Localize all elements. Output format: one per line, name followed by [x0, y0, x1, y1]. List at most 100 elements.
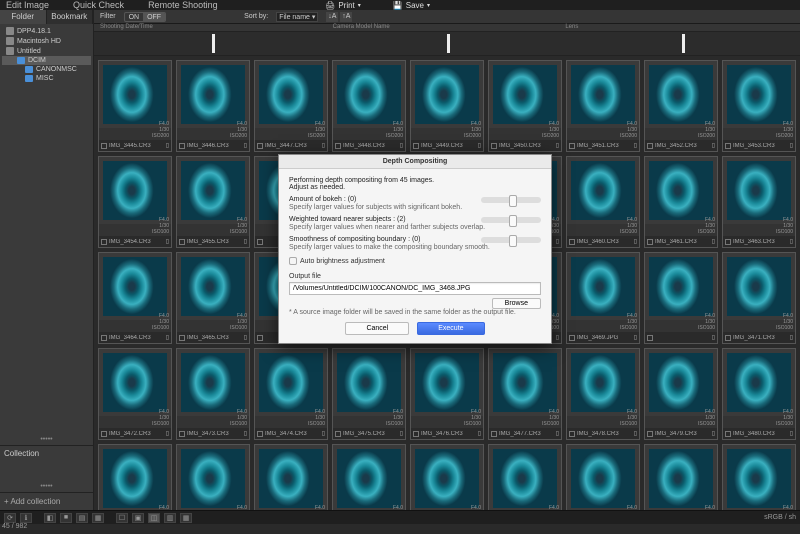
- add-collection-button[interactable]: + Add collection: [0, 492, 93, 510]
- thumbnail[interactable]: F4.01/30ISO100▯: [566, 444, 640, 510]
- tree-item-untitled[interactable]: Untitled: [2, 46, 91, 56]
- layout-1-button[interactable]: ☐: [116, 513, 128, 523]
- tab-bookmark[interactable]: Bookmark: [47, 10, 94, 24]
- layout-5-button[interactable]: ▦: [180, 513, 192, 523]
- thumbnail-checkbox[interactable]: [647, 239, 653, 245]
- thumbnail-checkbox[interactable]: [413, 143, 419, 149]
- thumbnail-checkbox[interactable]: [413, 431, 419, 437]
- scrub-date[interactable]: [94, 32, 329, 55]
- thumbnail[interactable]: F4.01/30ISO100IMG_3472.CR3▯: [98, 348, 172, 440]
- thumbnail-checkbox[interactable]: [569, 431, 575, 437]
- thumbnail-checkbox[interactable]: [257, 239, 263, 245]
- tab-folder[interactable]: Folder: [0, 10, 47, 24]
- thumbnail-checkbox[interactable]: [491, 431, 497, 437]
- thumbnail-checkbox[interactable]: [569, 335, 575, 341]
- meta-camera-model[interactable]: Camera Model Name: [331, 24, 564, 31]
- view-detail-button[interactable]: ▦: [92, 513, 104, 523]
- thumbnail[interactable]: F4.01/30ISO200IMG_3445.CR3▯: [98, 60, 172, 152]
- save-button[interactable]: 💾 Save ▾: [393, 1, 430, 10]
- filter-on[interactable]: ON: [125, 13, 144, 21]
- thumbnail-checkbox[interactable]: [725, 431, 731, 437]
- browse-button[interactable]: Browse: [492, 298, 541, 309]
- sort-select[interactable]: File name ▾: [276, 12, 318, 22]
- thumbnail-checkbox[interactable]: [569, 143, 575, 149]
- thumbnail[interactable]: F4.01/30ISO100▯: [176, 444, 250, 510]
- thumbnail-checkbox[interactable]: [179, 431, 185, 437]
- thumbnail-checkbox[interactable]: [725, 143, 731, 149]
- thumbnail-checkbox[interactable]: [257, 431, 263, 437]
- sidebar-resize[interactable]: •••••: [0, 434, 93, 445]
- thumbnail[interactable]: F4.01/30ISO100IMG_3464.CR3▯: [98, 252, 172, 344]
- scrub-lens[interactable]: [565, 32, 800, 55]
- thumbnail[interactable]: F4.01/30ISO100▯: [488, 444, 562, 510]
- thumbnail-checkbox[interactable]: [179, 239, 185, 245]
- thumbnail[interactable]: F4.01/30ISO200IMG_3449.CR3▯: [410, 60, 484, 152]
- thumbnail[interactable]: F4.01/30ISO100IMG_3480.CR3▯: [722, 348, 796, 440]
- thumbnail[interactable]: F4.01/30ISO100IMG_3477.CR3▯: [488, 348, 562, 440]
- thumbnail[interactable]: F4.01/30ISO100IMG_3473.CR3▯: [176, 348, 250, 440]
- thumbnail[interactable]: F4.01/30ISO100IMG_3479.CR3▯: [644, 348, 718, 440]
- thumbnail-checkbox[interactable]: [725, 239, 731, 245]
- thumbnail-checkbox[interactable]: [179, 143, 185, 149]
- layout-4-button[interactable]: ▥: [164, 513, 176, 523]
- view-thumb-button[interactable]: ◧: [44, 513, 56, 523]
- thumbnail[interactable]: F4.01/30ISO100IMG_3471.CR3▯: [722, 252, 796, 344]
- thumbnail[interactable]: F4.01/30ISO100IMG_3461.CR3▯: [644, 156, 718, 248]
- thumbnail[interactable]: F4.01/30ISO100▯: [98, 444, 172, 510]
- auto-brightness-checkbox[interactable]: Auto brightness adjustment: [289, 257, 541, 265]
- thumbnail[interactable]: F4.01/30ISO200IMG_3450.CR3▯: [488, 60, 562, 152]
- filter-toggle[interactable]: ON OFF: [124, 12, 167, 22]
- tree-item-canonmsc[interactable]: CANONMSC: [2, 65, 91, 74]
- thumbnail[interactable]: F4.01/30ISO100IMG_3460.CR3▯: [566, 156, 640, 248]
- thumbnail[interactable]: F4.01/30ISO100IMG_3474.CR3▯: [254, 348, 328, 440]
- filter-off[interactable]: OFF: [143, 13, 165, 21]
- thumbnail[interactable]: F4.01/30ISO100IMG_3469.JPG▯: [566, 252, 640, 344]
- thumbnail-checkbox[interactable]: [257, 335, 263, 341]
- thumbnail[interactable]: F4.01/30ISO200IMG_3451.CR3▯: [566, 60, 640, 152]
- meta-shooting-date[interactable]: Shooting Date/Time: [98, 24, 331, 31]
- thumbnail-checkbox[interactable]: [101, 143, 107, 149]
- sort-desc-button[interactable]: ↑A: [340, 12, 352, 22]
- tree-item-misc[interactable]: MISC: [2, 74, 91, 83]
- thumbnail-checkbox[interactable]: [179, 335, 185, 341]
- view-list-button[interactable]: ▤: [76, 513, 88, 523]
- sort-asc-button[interactable]: ↓A: [326, 12, 338, 22]
- meta-lens[interactable]: Lens: [563, 24, 796, 31]
- thumbnail[interactable]: F4.01/30ISO100▯: [644, 252, 718, 344]
- thumbnail-checkbox[interactable]: [101, 431, 107, 437]
- thumbnail[interactable]: F4.01/30ISO200IMG_3446.CR3▯: [176, 60, 250, 152]
- thumbnail[interactable]: F4.01/30ISO100▯: [410, 444, 484, 510]
- menu-remote-shooting[interactable]: Remote Shooting: [148, 0, 218, 10]
- thumbnail[interactable]: F4.01/30ISO100IMG_3463.CR3▯: [722, 156, 796, 248]
- thumbnail[interactable]: F4.01/30ISO100IMG_3478.CR3▯: [566, 348, 640, 440]
- layout-3-button[interactable]: ◫: [148, 513, 160, 523]
- tree-item-macintosh[interactable]: Macintosh HD: [2, 36, 91, 46]
- tree-item-dpp[interactable]: DPP4.18.1: [2, 26, 91, 36]
- scrub-model[interactable]: [329, 32, 564, 55]
- thumbnail[interactable]: F4.01/30ISO100IMG_3454.CR3▯: [98, 156, 172, 248]
- menu-quick-check[interactable]: Quick Check: [73, 0, 124, 10]
- thumbnail-checkbox[interactable]: [257, 143, 263, 149]
- thumbnail-checkbox[interactable]: [647, 143, 653, 149]
- weight-slider[interactable]: [481, 217, 541, 223]
- sidebar-resize-2[interactable]: •••••: [0, 481, 93, 492]
- thumbnail-checkbox[interactable]: [491, 143, 497, 149]
- thumbnail[interactable]: F4.01/30ISO200IMG_3452.CR3▯: [644, 60, 718, 152]
- thumbnail[interactable]: F4.01/30ISO200IMG_3453.CR3▯: [722, 60, 796, 152]
- cancel-button[interactable]: Cancel: [345, 322, 409, 335]
- thumbnail[interactable]: F4.01/30ISO100▯: [332, 444, 406, 510]
- output-file-input[interactable]: [289, 282, 541, 295]
- thumbnail[interactable]: F4.01/30ISO100IMG_3475.CR3▯: [332, 348, 406, 440]
- thumbnail[interactable]: F4.01/30ISO100▯: [722, 444, 796, 510]
- thumbnail-checkbox[interactable]: [725, 335, 731, 341]
- thumbnail[interactable]: F4.01/30ISO100IMG_3465.CR3▯: [176, 252, 250, 344]
- view-dark-button[interactable]: ■: [60, 513, 72, 523]
- thumbnail[interactable]: F4.01/30ISO200IMG_3447.CR3▯: [254, 60, 328, 152]
- thumbnail-checkbox[interactable]: [101, 239, 107, 245]
- print-button[interactable]: 🖨 Print ▾: [325, 1, 361, 10]
- smooth-slider[interactable]: [481, 237, 541, 243]
- bokeh-slider[interactable]: [481, 197, 541, 203]
- layout-2-button[interactable]: ▣: [132, 513, 144, 523]
- thumbnail-checkbox[interactable]: [647, 431, 653, 437]
- tree-item-dcim[interactable]: DCIM: [2, 56, 91, 65]
